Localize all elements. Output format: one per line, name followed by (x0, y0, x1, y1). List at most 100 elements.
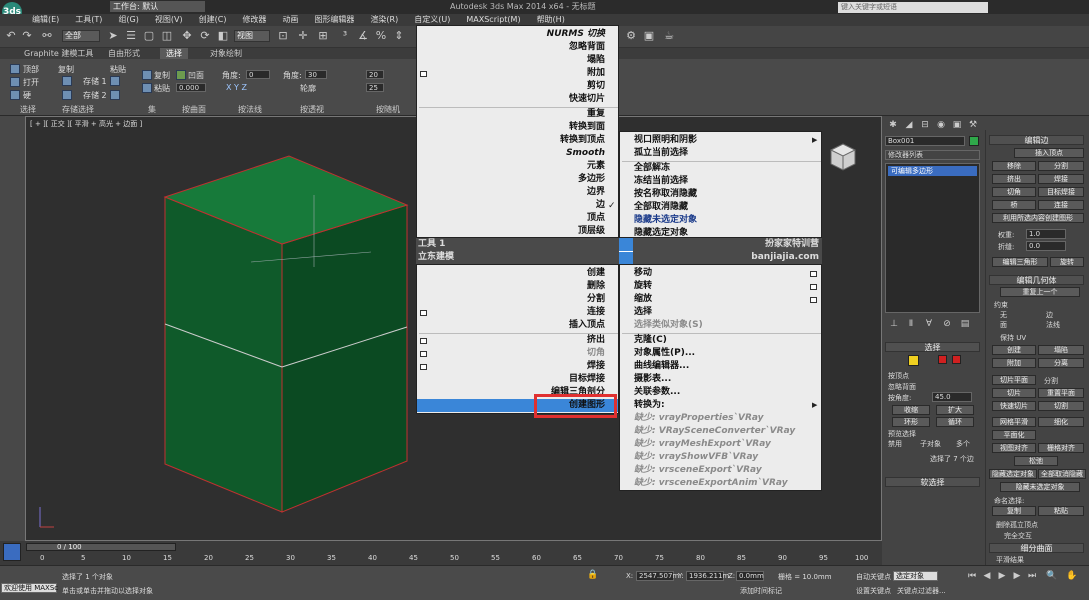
mini-listener-icon[interactable] (3, 543, 21, 561)
y-coord-field[interactable]: 1936.211m (686, 571, 729, 581)
subdiv-title[interactable]: 细分曲面 (989, 543, 1084, 553)
ignore-back-checkbox[interactable]: 忽略背面 (888, 382, 916, 392)
quad-collapse[interactable]: 塌陷 (417, 54, 605, 67)
extrude-button[interactable]: 挤出 (992, 174, 1036, 184)
reference-coord-dropdown[interactable]: 视图 (234, 30, 270, 42)
quickslice-button[interactable]: 快速切片 (992, 401, 1036, 411)
menu-modifiers[interactable]: 修改器 (234, 14, 274, 26)
edit-tri-button[interactable]: 编辑三角形 (992, 257, 1048, 267)
pan-icon[interactable]: ✋ (1065, 569, 1079, 583)
select-by-name-icon[interactable]: ☰ (124, 29, 138, 43)
bridge-button[interactable]: 桥 (992, 200, 1036, 210)
quad-clone[interactable]: 克隆(C) (634, 334, 667, 347)
quad-freeze-sel[interactable]: 冻结当前选择 (634, 175, 688, 188)
quad-unhide-all[interactable]: 全部取消隐藏 (634, 201, 688, 214)
planarize-button[interactable]: 平面化 (992, 430, 1036, 440)
stack-item-editable-poly[interactable]: 可编辑多边形 (888, 166, 977, 176)
shrink-button[interactable]: 收缩 (892, 405, 930, 415)
quad-unfreeze-all[interactable]: 全部解冻 (634, 162, 670, 175)
time-slider[interactable]: 0 / 100 (26, 543, 176, 551)
edit-edges-title[interactable]: 编辑边 (989, 135, 1084, 145)
auto-key-button[interactable]: 自动关键点 (856, 572, 891, 582)
rect-region-icon[interactable]: ▢ (142, 29, 156, 43)
view-align-button[interactable]: 视图对齐 (992, 443, 1036, 453)
remove-button[interactable]: 移除 (992, 161, 1036, 171)
quad-quickslice[interactable]: 快速切片 (417, 93, 605, 106)
paste-set-label[interactable]: 粘贴 (154, 83, 170, 94)
quad-connect[interactable]: 连接 (417, 306, 605, 319)
spinner-snap-icon[interactable]: ⇕ (392, 29, 406, 43)
slice-button[interactable]: 切片 (992, 388, 1036, 398)
play-icon[interactable]: ▶ (995, 569, 1009, 583)
collapse-button[interactable]: 塌陷 (1038, 345, 1084, 355)
angle-snap-icon[interactable]: ∡ (356, 29, 370, 43)
target-weld-button[interactable]: 目标焊接 (1038, 187, 1084, 197)
window-crossing-icon[interactable]: ◫ (160, 29, 174, 43)
angle2-field[interactable]: 30 (305, 70, 327, 79)
paste2-icon[interactable] (110, 90, 120, 100)
menu-edit[interactable]: 编辑(E) (24, 14, 67, 26)
next-frame-icon[interactable]: ▶ (1010, 569, 1024, 583)
split-button[interactable]: 分割 (1038, 161, 1084, 171)
remove-modifier-icon[interactable]: ⊘ (940, 317, 954, 331)
preview-disabled-radio[interactable]: 禁用 (888, 439, 902, 449)
lock-selection-icon[interactable]: 🔒 (586, 568, 600, 582)
hard-label[interactable]: 硬 (23, 90, 31, 101)
tab-object-paint[interactable]: 对象绘制 (204, 48, 248, 59)
create-button[interactable]: 创建 (992, 345, 1036, 355)
pivot-icon[interactable]: ⊡ (276, 29, 290, 43)
render-icon[interactable]: ☕ (662, 29, 676, 43)
chamfer-settings-box[interactable] (420, 351, 427, 357)
create-tab-icon[interactable]: ✱ (886, 118, 900, 132)
store2-label[interactable]: 存储 2 (83, 90, 107, 101)
quad-rotate[interactable]: 旋转 (634, 280, 652, 293)
undo-icon[interactable]: ↶ (4, 29, 18, 43)
select-manipulate-icon[interactable]: ✛ (296, 29, 310, 43)
angle-field[interactable]: 0 (246, 70, 270, 79)
quad-ignore-back[interactable]: 忽略背面 (417, 41, 605, 54)
snap-3d-icon[interactable]: ³ (338, 29, 352, 43)
scale-icon[interactable]: ◧ (216, 29, 230, 43)
quad-target-weld[interactable]: 目标焊接 (417, 373, 605, 386)
create-shape-button[interactable]: 利用所选内容创建图形 (992, 213, 1084, 223)
hide-unselected-button[interactable]: 隐藏未选定对象 (1000, 482, 1080, 492)
paste-set-icon[interactable] (142, 83, 152, 93)
copy-set-label[interactable]: 复制 (154, 70, 170, 81)
scale-settings-box[interactable] (810, 297, 817, 303)
menu-group[interactable]: 组(G) (110, 14, 146, 26)
relax-button[interactable]: 松弛 (1014, 456, 1058, 466)
store1-icon[interactable] (62, 76, 72, 86)
insert-vertex-button[interactable]: 插入顶点 (1014, 148, 1084, 158)
perspective-value2[interactable]: 25 (366, 83, 384, 92)
connect-settings-box[interactable] (420, 310, 427, 316)
open-icon[interactable] (10, 77, 20, 87)
delete-isolated-checkbox[interactable]: 删除孤立顶点 (996, 520, 1038, 530)
modifier-list-dropdown[interactable]: 修改器列表 (885, 150, 980, 160)
edit-geo-title[interactable]: 编辑几何体 (989, 275, 1084, 285)
preserve-uv-checkbox[interactable]: 保持 UV (1000, 333, 1026, 343)
goto-start-icon[interactable]: ⏮ (965, 569, 979, 583)
store1-label[interactable]: 存储 1 (83, 76, 107, 87)
quad-split[interactable]: 分割 (417, 293, 605, 306)
hard-icon[interactable] (10, 90, 20, 100)
copy-named-button[interactable]: 复制 (992, 506, 1036, 516)
quad-viewport-lighting[interactable]: 视口照明和阴影 (634, 134, 697, 147)
connect-button[interactable]: 连接 (1038, 200, 1084, 210)
contour-label[interactable]: 轮廓 (300, 83, 316, 94)
quad-move[interactable]: 移动 (634, 267, 652, 280)
constraint-edge-radio[interactable]: 边 (1046, 310, 1053, 320)
top-icon[interactable] (10, 64, 20, 74)
key-filters-button[interactable]: 关键点过滤器... (897, 586, 946, 596)
select-object-icon[interactable]: ➤ (106, 29, 120, 43)
quad-nurms[interactable]: NURMS 切换 (417, 28, 605, 41)
detach-button[interactable]: 分离 (1038, 358, 1084, 368)
show-end-result-icon[interactable]: Ⅱ (904, 317, 918, 331)
attach-button[interactable]: 附加 (992, 358, 1036, 368)
weight-field[interactable]: 1.0 (1026, 229, 1066, 239)
modify-tab-icon[interactable]: ◢ (902, 118, 916, 132)
constraint-normal-radio[interactable]: 法线 (1046, 320, 1060, 330)
quad-scale[interactable]: 缩放 (634, 293, 652, 306)
extrude-settings-box[interactable] (420, 338, 427, 344)
keyboard-shortcut-icon[interactable]: ⊞ (316, 29, 330, 43)
selected-object-dropdown[interactable]: 选定对象 (893, 571, 938, 581)
